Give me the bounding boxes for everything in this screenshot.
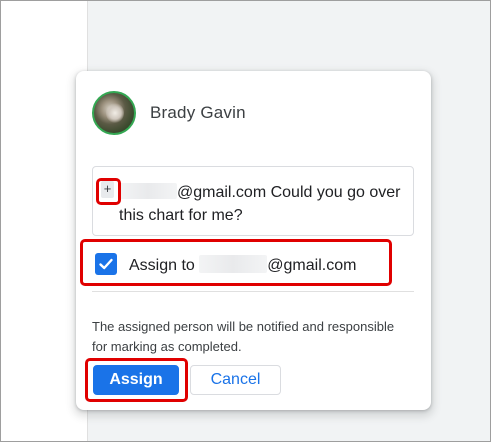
divider <box>92 291 414 292</box>
redacted-email <box>119 183 177 199</box>
highlight-assign-row <box>80 239 392 286</box>
highlight-mention-plus <box>96 178 121 205</box>
mention-email-suffix: @gmail.com <box>177 184 267 201</box>
screenshot-frame: Brady Gavin + @gmail.com Could you go ov… <box>0 0 491 442</box>
comment-card: Brady Gavin + @gmail.com Could you go ov… <box>76 71 431 410</box>
author-name: Brady Gavin <box>150 103 246 122</box>
user-avatar <box>92 91 136 135</box>
comment-text: @gmail.com Could you go over this chart … <box>119 181 409 227</box>
comment-input[interactable]: + @gmail.com Could you go over this char… <box>92 166 414 236</box>
assignment-info-text: The assigned person will be notified and… <box>92 319 395 354</box>
avatar-photo <box>106 103 124 123</box>
highlight-assign-button <box>85 358 188 402</box>
cancel-button[interactable]: Cancel <box>190 365 281 395</box>
